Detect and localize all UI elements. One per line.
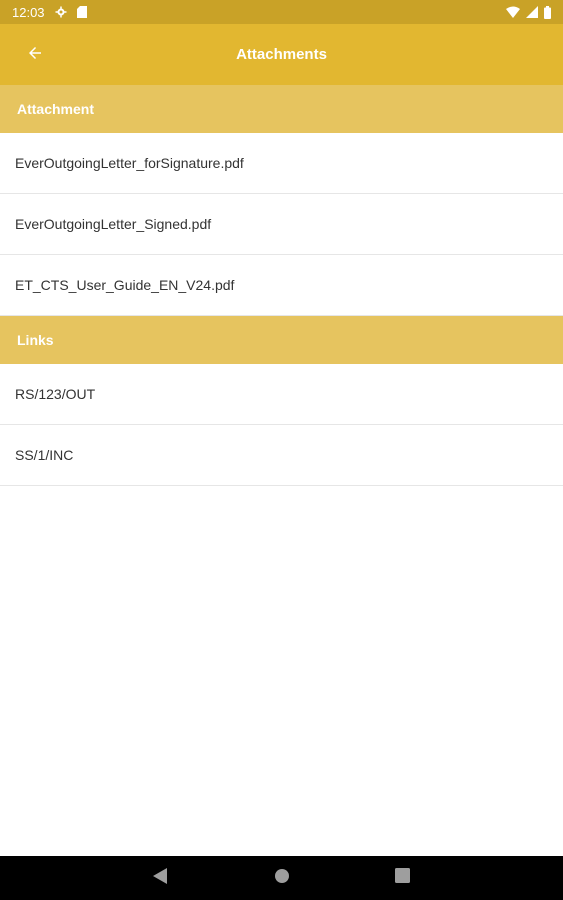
attachment-item[interactable]: ET_CTS_User_Guide_EN_V24.pdf (0, 255, 563, 316)
attachment-item[interactable]: EverOutgoingLetter_Signed.pdf (0, 194, 563, 255)
back-button[interactable] (22, 42, 48, 68)
back-triangle-icon (153, 867, 167, 889)
battery-icon (544, 5, 551, 19)
status-time: 12:03 (12, 4, 45, 20)
recents-square-icon (394, 868, 410, 888)
app-bar: Attachments (0, 24, 563, 85)
section-header-attachment: Attachment (0, 85, 563, 133)
system-nav-bar (0, 856, 563, 900)
status-left: 12:03 (12, 5, 87, 20)
home-circle-icon (274, 868, 290, 889)
page-title: Attachments (236, 46, 327, 63)
nav-home-button[interactable] (272, 868, 292, 888)
link-item[interactable]: RS/123/OUT (0, 364, 563, 425)
sd-card-icon (76, 6, 87, 18)
status-right (506, 5, 551, 19)
signal-icon (526, 6, 538, 18)
gear-icon (55, 6, 67, 18)
arrow-back-icon (26, 44, 44, 67)
wifi-icon (506, 6, 520, 18)
nav-recents-button[interactable] (392, 868, 412, 888)
section-header-links: Links (0, 316, 563, 364)
nav-back-button[interactable] (150, 867, 170, 889)
link-item[interactable]: SS/1/INC (0, 425, 563, 486)
attachment-item[interactable]: EverOutgoingLetter_forSignature.pdf (0, 133, 563, 194)
status-bar: 12:03 (0, 0, 563, 24)
